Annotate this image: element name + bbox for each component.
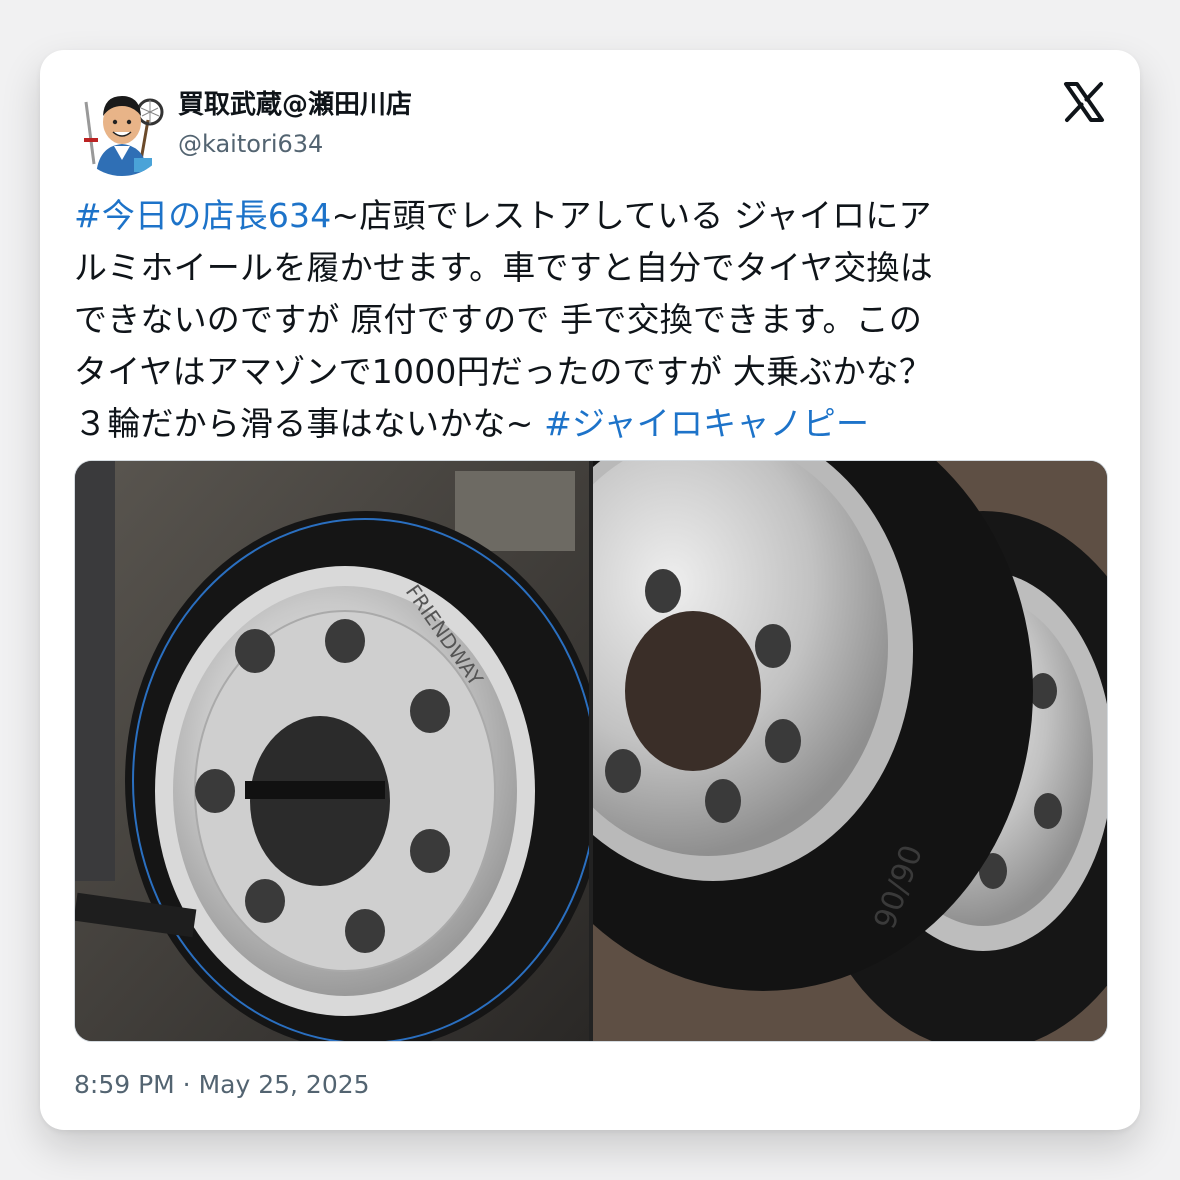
tweet-text-line: #今日の店長634~店頭でレストアしている ジャイロにア	[74, 190, 1114, 242]
hashtag-link[interactable]: #ジャイロキャノピー	[544, 404, 869, 443]
photo-right-wheels[interactable]: 90/90	[593, 461, 1107, 1041]
tweet-text-line: ルミホイールを履かせます。車ですと自分でタイヤ交換は	[74, 242, 1114, 294]
hashtag-link[interactable]: #今日の店長634	[74, 196, 331, 235]
tweet-text-segment: できないのですが 原付ですので 手で交換できます。この	[74, 300, 923, 339]
avatar-illustration	[74, 80, 170, 176]
tweet-text-line: タイヤはアマゾンで1000円だったのですが 大乗ぶかな？	[74, 346, 1114, 398]
tweet-media-grid[interactable]: FRIENDWAY 90/90	[74, 460, 1108, 1042]
tweet-card: 買取武蔵@瀬田川店 @kaitori634 #今日の店長634~店頭でレストアし…	[40, 50, 1140, 1130]
tweet-text-segment: ~店頭でレストアしている ジャイロにア	[331, 196, 932, 235]
photo-left-wheel[interactable]: FRIENDWAY	[75, 461, 589, 1041]
tweet-text-line: できないのですが 原付ですので 手で交換できます。この	[74, 294, 1114, 346]
avatar[interactable]	[74, 80, 170, 176]
tweet-header: 買取武蔵@瀬田川店 @kaitori634	[74, 80, 1106, 180]
tweet-text-segment: ３輪だから滑る事はないかな~	[74, 404, 545, 443]
tweet-text-segment: タイヤはアマゾンで1000円だったのですが 大乗ぶかな？	[74, 352, 933, 391]
x-logo-icon[interactable]	[1062, 80, 1106, 124]
tweet-timestamp[interactable]: 8:59 PM · May 25, 2025	[74, 1070, 370, 1099]
author-handle[interactable]: @kaitori634	[178, 130, 323, 158]
tweet-text-line: ３輪だから滑る事はないかな~ #ジャイロキャノピー	[74, 398, 1114, 450]
author-display-name[interactable]: 買取武蔵@瀬田川店	[178, 84, 412, 121]
tweet-text-segment: ルミホイールを履かせます。車ですと自分でタイヤ交換は	[74, 248, 933, 287]
tweet-body: #今日の店長634~店頭でレストアしている ジャイロにアルミホイールを履かせます…	[74, 190, 1114, 450]
